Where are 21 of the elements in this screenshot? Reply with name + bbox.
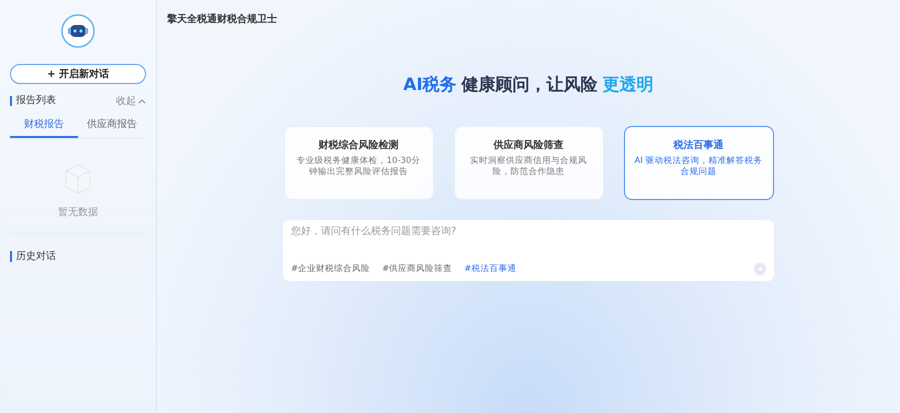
headline-text: 更透明	[602, 74, 654, 96]
chat-input-field[interactable]: 您好，请问有什么税务问题需要咨询?	[291, 226, 766, 237]
feature-card[interactable]: 税法百事通 AI 驱动税法咨询，精准解答税务合规问题	[624, 126, 774, 200]
report-tab[interactable]: 财税报告	[10, 114, 78, 138]
topic-tag[interactable]: #企业财税综合风险	[291, 263, 370, 275]
headline-text: AI税务	[403, 74, 457, 96]
empty-text: 暂无数据	[58, 206, 98, 219]
chevron-icon	[138, 98, 146, 104]
feature-card[interactable]: 供应商风险筛查 实时洞察供应商信用与合规风险，防范合作隐患	[454, 126, 604, 200]
topic-tag[interactable]: #供应商风险筛查	[382, 263, 452, 275]
report-tab[interactable]: 供应商报告	[78, 114, 146, 138]
section-title: 历史对话	[10, 251, 56, 262]
section-title: 报告列表	[10, 96, 56, 106]
feature-card[interactable]: 财税综合风险检测 专业级税务健康体检，10-30分钟输出完整风险评估报告	[284, 126, 434, 200]
topic-tag[interactable]: #税法百事通	[464, 263, 516, 275]
headline-text: 健康顾问，让风险	[462, 74, 598, 96]
chat-input-box[interactable]: 您好，请问有什么税务问题需要咨询? #企业财税综合风险 #供应商风险筛查 #税法百事通	[283, 220, 774, 281]
collapse-button[interactable]: 收起	[116, 94, 146, 108]
new-chat-button[interactable]: + 开启新对话	[10, 64, 146, 84]
robot-avatar-icon	[61, 14, 95, 48]
app-title: 擎天全税通财税合规卫士	[167, 12, 277, 26]
